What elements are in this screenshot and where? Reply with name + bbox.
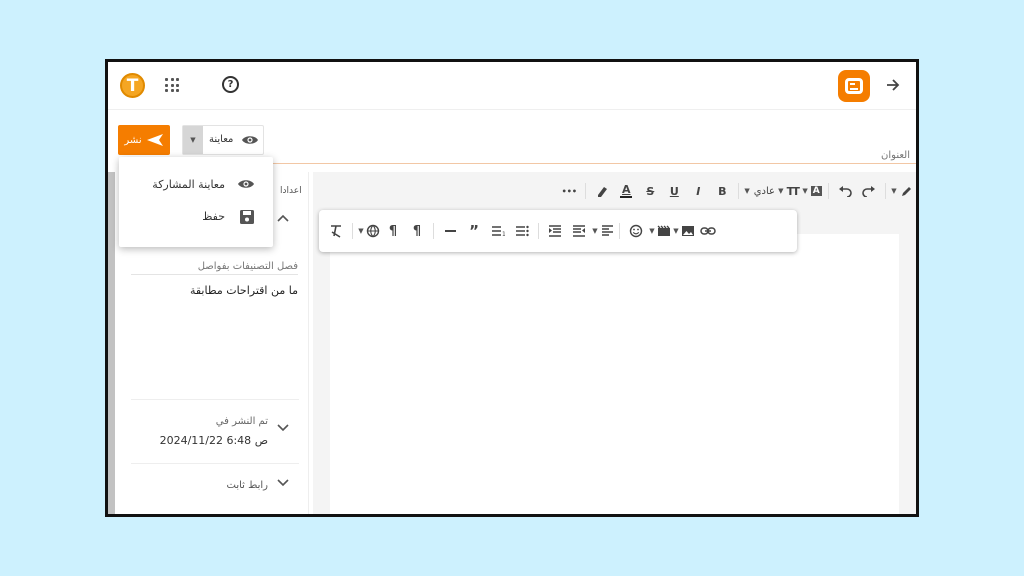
menu-item-label: معاينة المشاركة [152, 178, 225, 191]
underline-button[interactable]: U [663, 180, 685, 202]
text-color-letter: A [622, 182, 631, 196]
no-suggestions-text: ما من اقتراحات مطابقة [189, 284, 298, 297]
divider [131, 463, 299, 464]
undo-icon[interactable] [834, 180, 856, 202]
help-icon[interactable]: ? [222, 76, 239, 93]
emoji-icon[interactable] [625, 220, 647, 242]
eye-icon [242, 136, 258, 144]
font-size-letters: TT [786, 184, 800, 198]
toolbar-separator [619, 223, 620, 239]
indent-icon[interactable] [544, 220, 566, 242]
blogger-editor-window: T ? نشر ▼ معاينة اعدادا ما من اقتراحات م… [105, 59, 919, 517]
menu-item-preview-post[interactable]: معاينة المشاركة [119, 169, 273, 201]
help-symbol: ? [227, 79, 234, 90]
more-options-button[interactable]: ••• [558, 180, 580, 202]
secondary-toolbar: ▼ ¶ ¶ ” 1 ▼ ▼ ▼ [319, 210, 797, 252]
underline-letter: U [669, 184, 679, 198]
save-icon [240, 210, 254, 224]
preview-button[interactable]: ▼ معاينة [182, 125, 264, 155]
arrow-right-icon[interactable] [882, 74, 904, 96]
font-color-icon: A [810, 186, 822, 196]
account-avatar[interactable]: T [120, 73, 145, 98]
toolbar-separator [738, 183, 740, 199]
caret-down-icon: ▼ [778, 187, 784, 195]
video-icon [657, 225, 670, 236]
blogger-icon[interactable] [838, 70, 870, 102]
preview-label: معاينة [209, 134, 234, 145]
post-title-input[interactable] [258, 148, 910, 162]
sidebar-scrollbar[interactable] [108, 172, 115, 514]
redo-icon[interactable] [858, 180, 880, 202]
horizontal-rule-icon[interactable] [439, 220, 461, 242]
strikethrough-button[interactable]: S [639, 180, 661, 202]
published-title: تم النشر في [215, 416, 268, 427]
numbered-list-icon[interactable]: 1 [487, 220, 509, 242]
strike-letter: S [646, 184, 655, 198]
menu-item-label: حفظ [202, 210, 225, 223]
highlight-icon[interactable] [591, 180, 613, 202]
insert-video-button[interactable]: ▼ [649, 220, 671, 242]
compose-mode-button[interactable]: ▼ [891, 180, 913, 202]
bulleted-list-icon[interactable] [511, 220, 533, 242]
chevron-down-icon[interactable] [277, 424, 289, 435]
caret-down-icon: ▼ [802, 187, 808, 195]
toolbar-separator [885, 183, 886, 199]
caret-down-icon: ▼ [592, 227, 598, 235]
bold-button[interactable]: B [711, 180, 733, 202]
divider [131, 399, 299, 400]
sidebar-divider [308, 172, 309, 514]
avatar-letter: T [126, 75, 139, 96]
image-icon [681, 226, 694, 236]
alignment-button[interactable]: ▼ [592, 220, 614, 242]
bold-letter: B [718, 184, 727, 198]
align-icon [601, 225, 613, 236]
editor-content[interactable] [330, 234, 899, 514]
toolbar-separator [538, 223, 539, 239]
italic-button[interactable]: I [687, 180, 709, 202]
quote-icon[interactable]: ” [463, 220, 485, 242]
caret-down-icon: ▼ [649, 227, 655, 235]
text-color-button[interactable]: A [615, 180, 637, 202]
toolbar-separator [828, 183, 829, 199]
published-date: 2024/11/22 6:48 ص [159, 434, 268, 447]
menu-item-save[interactable]: حفظ [119, 201, 273, 233]
text-background-button[interactable]: ▼ A [801, 180, 823, 202]
more-label: ••• [561, 186, 577, 196]
toolbar-separator [585, 183, 587, 199]
caret-down-icon: ▼ [891, 187, 897, 195]
outdent-icon[interactable] [568, 220, 590, 242]
permalink-title: رابط ثابت [226, 480, 269, 491]
svg-text:1: 1 [502, 231, 505, 237]
font-size-button[interactable]: ▼ TT [777, 180, 800, 202]
toolbar-separator [352, 223, 353, 239]
caret-down-icon: ▼ [358, 227, 364, 235]
globe-icon [366, 224, 379, 238]
chevron-down-icon[interactable] [277, 479, 289, 490]
title-underline [268, 163, 916, 164]
labels-input[interactable] [131, 259, 298, 275]
link-icon[interactable] [697, 220, 719, 242]
clear-format-icon[interactable] [325, 220, 347, 242]
paragraph-style-select[interactable]: ▼ عادي [744, 180, 775, 202]
caret-down-icon: ▼ [673, 227, 679, 235]
pencil-icon [901, 187, 911, 196]
rtl-direction-icon[interactable]: ¶ [406, 220, 428, 242]
send-icon [146, 134, 163, 146]
apps-grid-icon[interactable] [165, 78, 179, 92]
insert-image-button[interactable]: ▼ [673, 220, 695, 242]
publish-button[interactable]: نشر [118, 125, 170, 155]
chevron-up-icon[interactable] [277, 214, 289, 225]
toolbar-separator [433, 223, 434, 239]
publish-options-menu: معاينة المشاركة حفظ [119, 157, 273, 247]
publish-label: نشر [124, 134, 142, 146]
language-button[interactable]: ▼ [358, 220, 380, 242]
settings-heading: اعدادا [280, 186, 302, 196]
paragraph-style-value: عادي [753, 185, 775, 197]
eye-icon [238, 180, 254, 188]
ltr-direction-icon[interactable]: ¶ [382, 220, 404, 242]
main-toolbar: ••• A S U I B ▼ عادي ▼ TT ▼ A ▼ [503, 180, 913, 202]
caret-down-icon: ▼ [744, 187, 750, 195]
italic-letter: I [696, 184, 701, 198]
preview-dropdown-toggle[interactable]: ▼ [183, 126, 203, 154]
